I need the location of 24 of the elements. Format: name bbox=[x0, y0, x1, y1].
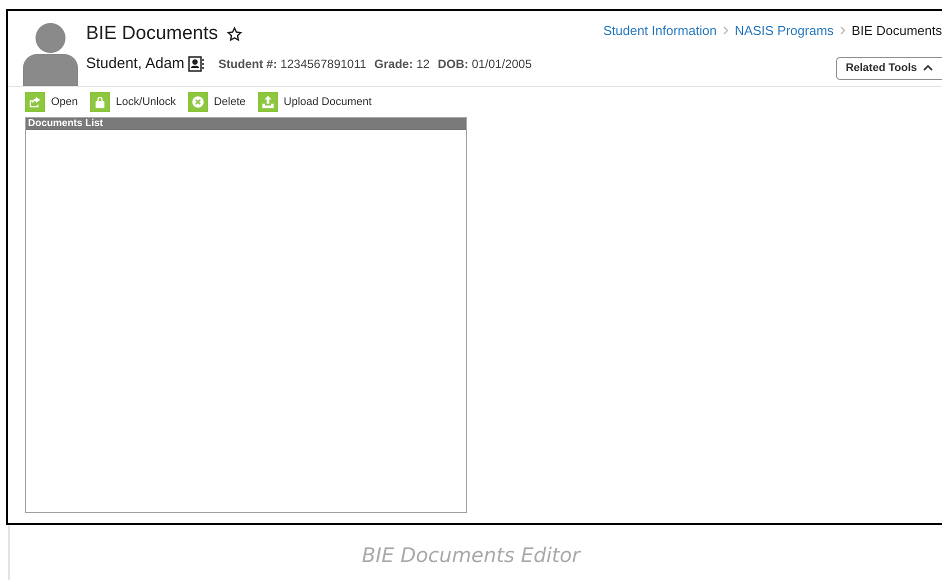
caret-icon bbox=[923, 63, 933, 73]
contact-card-icon[interactable] bbox=[188, 56, 204, 72]
chevron-icon bbox=[722, 26, 729, 36]
student-detail: Student #: 1234567891011 bbox=[218, 56, 366, 73]
toolbar-button[interactable]: Lock/Unlock bbox=[90, 92, 176, 112]
star-icon[interactable] bbox=[226, 26, 243, 43]
upload-icon bbox=[258, 92, 278, 112]
chevron-icon bbox=[840, 26, 846, 36]
avatar-icon bbox=[23, 22, 78, 86]
lock-icon bbox=[90, 92, 110, 112]
toolbar-button[interactable]: Delete bbox=[188, 92, 246, 112]
toolbar-button[interactable]: Upload Document bbox=[258, 92, 372, 112]
panel-title: Documents List bbox=[28, 119, 104, 129]
toolbar-button[interactable]: Open bbox=[25, 92, 78, 112]
student-detail: Grade: 12 bbox=[374, 56, 430, 73]
share-icon bbox=[25, 92, 45, 112]
breadcrumb-link[interactable]: Student Information bbox=[603, 21, 717, 40]
breadcrumb-current: BIE Documents bbox=[852, 22, 942, 40]
breadcrumb-link[interactable]: NASIS Programs bbox=[734, 21, 834, 40]
student-detail: DOB: 01/01/2005 bbox=[438, 56, 532, 73]
student-name: Student, Adam bbox=[86, 54, 184, 74]
caption: BIE Documents Editor bbox=[362, 542, 580, 569]
related-tools-button[interactable]: Related Tools bbox=[836, 56, 942, 80]
page-title: BIE Documents bbox=[86, 22, 218, 46]
